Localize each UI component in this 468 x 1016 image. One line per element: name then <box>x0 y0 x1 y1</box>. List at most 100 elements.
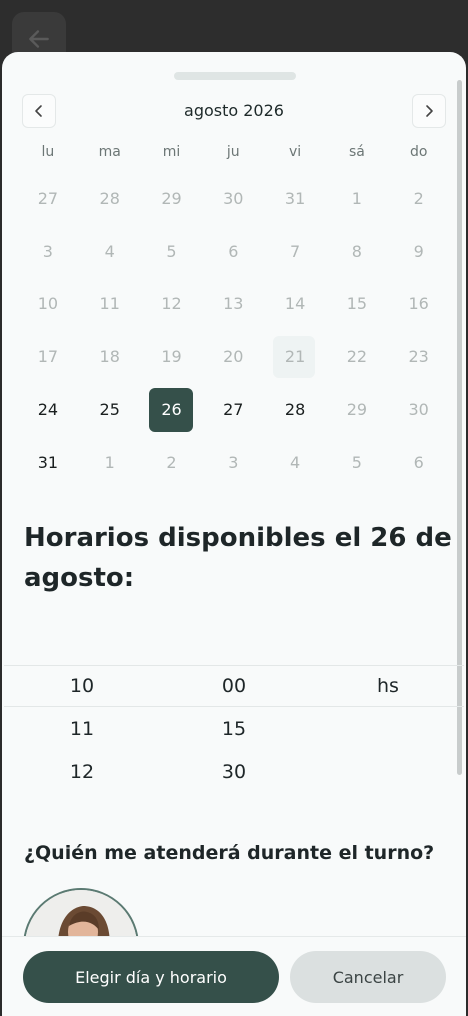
day-number: 27 <box>223 400 244 420</box>
day-number: 4 <box>104 241 115 261</box>
arrow-left-icon <box>29 30 49 48</box>
calendar-day: 22 <box>326 334 388 380</box>
day-number: 30 <box>223 188 244 208</box>
weekday-label: do <box>409 144 428 160</box>
day-number: 2 <box>413 188 424 208</box>
day-number: 21 <box>284 347 306 367</box>
calendar-grid: 27 28 29 30 31 1 2 3 4 5 6 7 8 9 10 11 12 13 14 15 16 17 18 19 2… <box>17 172 450 489</box>
calendar-day: 10 <box>17 281 79 327</box>
hour-option[interactable]: 12 <box>32 754 132 797</box>
day-number: 25 <box>99 400 120 420</box>
day-number: 14 <box>284 294 306 314</box>
day-number: 28 <box>99 188 120 208</box>
minute-option[interactable]: 00 <box>184 668 284 711</box>
calendar-day: 15 <box>326 281 388 327</box>
day-number: 3 <box>228 452 239 472</box>
day-number: 29 <box>161 188 182 208</box>
day-number: 9 <box>413 241 424 261</box>
weekday-label: sá <box>348 144 365 160</box>
weekday-label: mi <box>162 144 181 160</box>
calendar-day: 3 <box>17 228 79 274</box>
unit-label: hs <box>377 675 399 697</box>
calendar-day[interactable]: 24 <box>17 387 79 433</box>
bottom-sheet: agosto 2026 lu ma mi ju vi sá do 27 28 29 30 31 1 2 3… <box>2 52 466 1016</box>
day-number: 17 <box>37 347 59 367</box>
calendar-day: 28 <box>79 175 141 221</box>
calendar-day: 6 <box>202 228 264 274</box>
cancel-button[interactable]: Cancelar <box>290 951 446 1003</box>
day-number: 3 <box>42 241 53 261</box>
weekday-label: lu <box>41 144 55 160</box>
calendar-day: 30 <box>388 387 450 433</box>
calendar-day: 2 <box>388 175 450 221</box>
sheet-drag-handle[interactable] <box>174 72 296 80</box>
day-number: 10 <box>37 294 59 314</box>
minute-wheel[interactable]: 00 15 30 <box>184 668 284 797</box>
calendar-day: 3 <box>202 439 264 485</box>
day-number: 26 <box>161 400 182 420</box>
day-number: 19 <box>161 347 182 367</box>
day-number: 28 <box>284 400 306 420</box>
day-number: 12 <box>161 294 182 314</box>
day-number: 16 <box>408 294 429 314</box>
day-number: 5 <box>166 241 177 261</box>
next-month-button[interactable] <box>412 94 446 128</box>
calendar-day: 11 <box>79 281 141 327</box>
calendar-week: 17 18 19 20 21 22 23 <box>17 330 450 383</box>
minute-option[interactable]: 30 <box>184 754 284 797</box>
day-number: 31 <box>284 188 306 208</box>
hour-option[interactable]: 11 <box>32 711 132 754</box>
sheet-footer: Elegir día y horario Cancelar <box>2 936 466 1016</box>
minute-option[interactable]: 15 <box>184 711 284 754</box>
day-number: 27 <box>37 188 59 208</box>
calendar-day: 29 <box>141 175 203 221</box>
calendar-day[interactable]: 27 <box>202 387 264 433</box>
calendar-day-selected[interactable]: 26 <box>141 387 203 433</box>
choose-day-time-button[interactable]: Elegir día y horario <box>23 951 279 1003</box>
hour-wheel[interactable]: 10 11 12 <box>32 668 132 797</box>
weekday-header: lu ma mi ju vi sá do <box>17 144 450 160</box>
day-number: 23 <box>408 347 429 367</box>
calendar-day: 2 <box>141 439 203 485</box>
calendar-day: 19 <box>141 334 203 380</box>
day-number: 22 <box>346 347 368 367</box>
schedule-title: Horarios disponibles el 26 de agosto: <box>24 523 452 593</box>
day-number: 13 <box>223 294 244 314</box>
calendar-day[interactable]: 31 <box>17 439 79 485</box>
calendar-day: 17 <box>17 334 79 380</box>
calendar-day: 31 <box>264 175 326 221</box>
calendar-week: 27 28 29 30 31 1 2 <box>17 172 450 225</box>
calendar-day[interactable]: 28 <box>264 387 326 433</box>
calendar-week: 3 4 5 6 7 8 9 <box>17 225 450 278</box>
day-number: 6 <box>413 452 424 472</box>
time-picker[interactable]: 10 11 12 00 15 30 hs <box>4 648 464 788</box>
calendar-day[interactable]: 25 <box>79 387 141 433</box>
chevron-right-icon <box>426 105 433 117</box>
weekday-label: ma <box>98 144 121 160</box>
calendar-day: 23 <box>388 334 450 380</box>
day-number: 1 <box>104 452 115 472</box>
hour-option[interactable]: 10 <box>32 668 132 711</box>
calendar-header: agosto 2026 <box>22 94 446 128</box>
day-number: 20 <box>223 347 244 367</box>
day-number: 5 <box>351 452 362 472</box>
day-number: 18 <box>99 347 120 367</box>
calendar-day: 1 <box>79 439 141 485</box>
app-header <box>0 0 468 66</box>
calendar-day: 9 <box>388 228 450 274</box>
calendar-day: 6 <box>388 439 450 485</box>
day-number: 29 <box>346 400 368 420</box>
day-number: 31 <box>37 452 59 472</box>
calendar-week: 10 11 12 13 14 15 16 <box>17 278 450 331</box>
unit-column: hs <box>338 668 438 711</box>
day-number: 30 <box>408 400 429 420</box>
day-number: 7 <box>289 241 301 261</box>
calendar-day: 4 <box>264 439 326 485</box>
weekday-label: ju <box>226 144 240 160</box>
calendar-day: 1 <box>326 175 388 221</box>
calendar-day: 16 <box>388 281 450 327</box>
staff-question: ¿Quién me atenderá durante el turno? <box>24 842 435 864</box>
calendar-day: 12 <box>141 281 203 327</box>
calendar-day: 30 <box>202 175 264 221</box>
calendar-day: 20 <box>202 334 264 380</box>
